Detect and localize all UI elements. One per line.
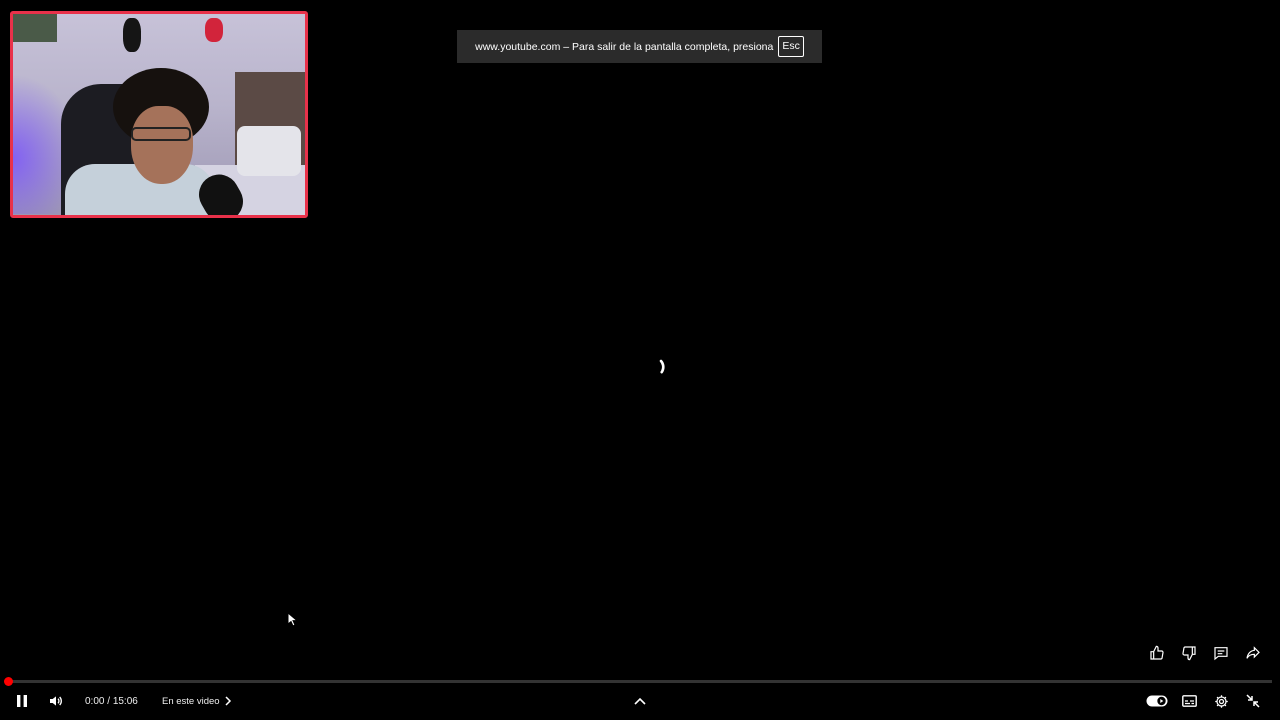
chevron-right-icon <box>225 696 231 706</box>
current-time: 0:00 <box>85 695 105 707</box>
video-actions <box>1146 642 1264 664</box>
thumbs-up-icon <box>1150 645 1164 660</box>
exit-fullscreen-button[interactable] <box>1243 691 1263 711</box>
duration: 15:06 <box>112 695 138 707</box>
autoplay-toggle-icon <box>1146 695 1168 707</box>
time-separator: / <box>104 695 113 707</box>
share-icon <box>1246 646 1260 659</box>
fullscreen-notice-text: www.youtube.com – Para salir de la panta… <box>475 40 774 53</box>
autoplay-toggle[interactable] <box>1145 691 1169 711</box>
mouse-cursor-icon <box>287 612 299 627</box>
dislike-button[interactable] <box>1178 642 1200 664</box>
settings-button[interactable] <box>1211 691 1231 711</box>
player-controls: 0:00 / 15:06 En este video <box>0 688 1280 714</box>
thumbs-down-icon <box>1182 646 1196 661</box>
play-pause-button[interactable] <box>12 691 32 711</box>
exit-fullscreen-icon <box>1246 694 1260 708</box>
subtitles-button[interactable] <box>1179 691 1199 711</box>
time-display: 0:00 / 15:06 <box>85 688 138 714</box>
comments-icon <box>1214 647 1228 661</box>
like-button[interactable] <box>1146 642 1168 664</box>
fullscreen-notice: www.youtube.com – Para salir de la panta… <box>457 30 822 63</box>
volume-icon <box>50 696 62 706</box>
chapter-label: En este video <box>162 695 220 707</box>
gear-icon <box>1214 694 1228 708</box>
share-button[interactable] <box>1242 642 1264 664</box>
loading-spinner-icon <box>652 359 665 378</box>
progress-bar[interactable] <box>8 680 1272 683</box>
comments-button[interactable] <box>1210 642 1232 664</box>
chapter-button[interactable]: En este video <box>162 688 232 714</box>
esc-key-badge: Esc <box>778 36 804 57</box>
subtitles-icon <box>1181 695 1197 707</box>
pause-icon <box>17 695 27 707</box>
chevron-up-icon <box>634 697 646 705</box>
volume-button[interactable] <box>46 691 66 711</box>
webcam-overlay <box>10 11 308 218</box>
expand-button[interactable] <box>630 691 650 711</box>
progress-scrubber[interactable] <box>4 677 13 686</box>
